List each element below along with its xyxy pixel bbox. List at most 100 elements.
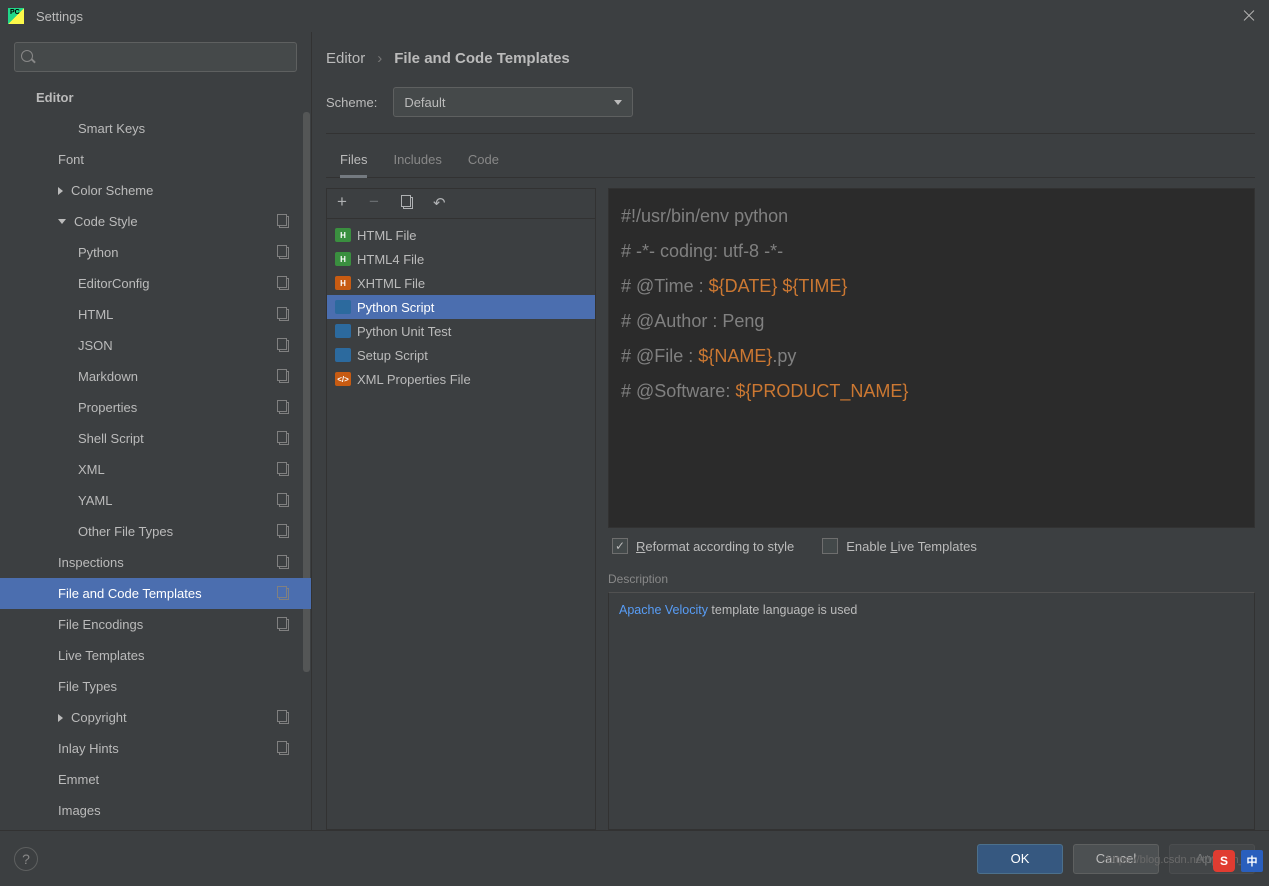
breadcrumb: Editor › File and Code Templates xyxy=(326,50,1255,67)
tab-files[interactable]: Files xyxy=(340,146,367,177)
scheme-label: Scheme: xyxy=(326,95,377,110)
copy-scope-icon xyxy=(277,743,289,755)
copy-scope-icon xyxy=(277,526,289,538)
sidebar-item-label: Markdown xyxy=(78,369,138,384)
template-file-list[interactable]: HHTML FileHHTML4 FileHXHTML FilePython S… xyxy=(327,219,595,829)
chevron-down-icon xyxy=(58,219,66,224)
sidebar-item-file-types[interactable]: File Types xyxy=(0,671,311,702)
sidebar-item-inspections[interactable]: Inspections xyxy=(0,547,311,578)
sidebar-item-other-file-types[interactable]: Other File Types xyxy=(0,516,311,547)
code-line: # @Software: xyxy=(621,381,735,401)
titlebar[interactable]: Settings xyxy=(0,0,1269,32)
template-item-xml-properties-file[interactable]: </>XML Properties File xyxy=(327,367,595,391)
divider xyxy=(326,133,1255,134)
template-item-label: XHTML File xyxy=(357,276,425,291)
copy-scope-icon xyxy=(277,216,289,228)
sidebar-item-yaml[interactable]: YAML xyxy=(0,485,311,516)
sidebar-item-label: Inlay Hints xyxy=(58,741,119,756)
sidebar-item-label: Font xyxy=(58,152,84,167)
chevron-right-icon: › xyxy=(377,50,382,67)
code-line: # @File : xyxy=(621,346,698,366)
sidebar-item-font[interactable]: Font xyxy=(0,144,311,175)
template-toolbar xyxy=(327,189,595,219)
sidebar-item-live-templates[interactable]: Live Templates xyxy=(0,640,311,671)
undo-icon[interactable] xyxy=(433,196,449,212)
reformat-label: Reformat according to style xyxy=(636,539,794,554)
sidebar: Editor Smart Keys Font Color Scheme Code Sty… xyxy=(0,32,312,830)
sidebar-item-json[interactable]: JSON xyxy=(0,330,311,361)
remove-icon[interactable] xyxy=(369,196,385,212)
sidebar-item-file-and-code-templates[interactable]: File and Code Templates xyxy=(0,578,311,609)
code-line: # -*- coding: utf-8 -*- xyxy=(621,241,783,261)
sidebar-item-xml[interactable]: XML xyxy=(0,454,311,485)
sidebar-item-label: Code Style xyxy=(74,214,138,229)
app-icon xyxy=(8,8,24,24)
tab-includes[interactable]: Includes xyxy=(393,146,441,177)
reformat-checkbox[interactable]: ✓ Reformat according to style xyxy=(612,538,794,554)
sidebar-item-inlay-hints[interactable]: Inlay Hints xyxy=(0,733,311,764)
apache-velocity-link[interactable]: Apache Velocity xyxy=(619,603,708,617)
code-line: .py xyxy=(772,346,796,366)
copy-scope-icon xyxy=(277,402,289,414)
sidebar-item-markdown[interactable]: Markdown xyxy=(0,361,311,392)
chevron-right-icon xyxy=(58,187,63,195)
copy-scope-icon xyxy=(277,340,289,352)
tab-code[interactable]: Code xyxy=(468,146,499,177)
sidebar-item-editor[interactable]: Editor xyxy=(0,82,311,113)
sidebar-item-emmet[interactable]: Emmet xyxy=(0,764,311,795)
breadcrumb-parent: Editor xyxy=(326,50,365,67)
breadcrumb-current: File and Code Templates xyxy=(394,50,570,67)
sidebar-item-label: Images xyxy=(58,803,101,818)
search-input[interactable] xyxy=(14,42,297,72)
ime-indicator-blue: 中 xyxy=(1241,850,1263,872)
scheme-select[interactable]: Default xyxy=(393,87,633,117)
sidebar-item-images[interactable]: Images xyxy=(0,795,311,826)
template-item-python-script[interactable]: Python Script xyxy=(327,295,595,319)
sidebar-item-label: HTML xyxy=(78,307,113,322)
sidebar-item-label: Properties xyxy=(78,400,137,415)
copy-scope-icon xyxy=(277,371,289,383)
sidebar-item-smart-keys[interactable]: Smart Keys xyxy=(0,113,311,144)
sidebar-item-label: Editor xyxy=(36,90,74,105)
template-item-html4-file[interactable]: HHTML4 File xyxy=(327,247,595,271)
search-icon xyxy=(14,42,297,72)
live-templates-checkbox[interactable]: Enable Live Templates xyxy=(822,538,977,554)
copy-scope-icon xyxy=(277,619,289,631)
help-button[interactable]: ? xyxy=(14,847,38,871)
template-item-label: HTML File xyxy=(357,228,416,243)
add-icon[interactable] xyxy=(337,196,353,212)
description-label: Description xyxy=(608,572,1255,586)
py-file-icon xyxy=(335,348,351,362)
sidebar-item-label: Inspections xyxy=(58,555,124,570)
sidebar-item-label: YAML xyxy=(78,493,112,508)
copy-icon[interactable] xyxy=(401,196,417,212)
template-editor[interactable]: #!/usr/bin/env python # -*- coding: utf-… xyxy=(608,188,1255,528)
sidebar-item-label: Color Scheme xyxy=(71,183,153,198)
sidebar-item-shell-script[interactable]: Shell Script xyxy=(0,423,311,454)
sidebar-item-copyright[interactable]: Copyright xyxy=(0,702,311,733)
sidebar-item-label: EditorConfig xyxy=(78,276,150,291)
sidebar-item-label: Live Templates xyxy=(58,648,144,663)
template-item-html-file[interactable]: HHTML File xyxy=(327,223,595,247)
settings-tree[interactable]: Editor Smart Keys Font Color Scheme Code Sty… xyxy=(0,82,311,830)
close-icon[interactable] xyxy=(1241,8,1257,24)
live-templates-label: Enable Live Templates xyxy=(846,539,977,554)
sidebar-item-properties[interactable]: Properties xyxy=(0,392,311,423)
template-item-python-unit-test[interactable]: Python Unit Test xyxy=(327,319,595,343)
sidebar-item-color-scheme[interactable]: Color Scheme xyxy=(0,175,311,206)
ok-button[interactable]: OK xyxy=(977,844,1063,874)
sidebar-item-python[interactable]: Python xyxy=(0,237,311,268)
cancel-button[interactable]: Cancel xyxy=(1073,844,1159,874)
template-item-label: Setup Script xyxy=(357,348,428,363)
template-item-xhtml-file[interactable]: HXHTML File xyxy=(327,271,595,295)
code-var: ${PRODUCT_NAME} xyxy=(735,381,908,401)
code-line: # @Author : Peng xyxy=(621,311,764,331)
sidebar-item-editorconfig[interactable]: EditorConfig xyxy=(0,268,311,299)
sidebar-item-file-encodings[interactable]: File Encodings xyxy=(0,609,311,640)
template-item-setup-script[interactable]: Setup Script xyxy=(327,343,595,367)
code-line: #!/usr/bin/env python xyxy=(621,206,788,226)
xml-file-icon: </> xyxy=(335,372,351,386)
code-var: ${DATE} ${TIME} xyxy=(709,276,848,296)
sidebar-item-html[interactable]: HTML xyxy=(0,299,311,330)
sidebar-item-code-style[interactable]: Code Style xyxy=(0,206,311,237)
